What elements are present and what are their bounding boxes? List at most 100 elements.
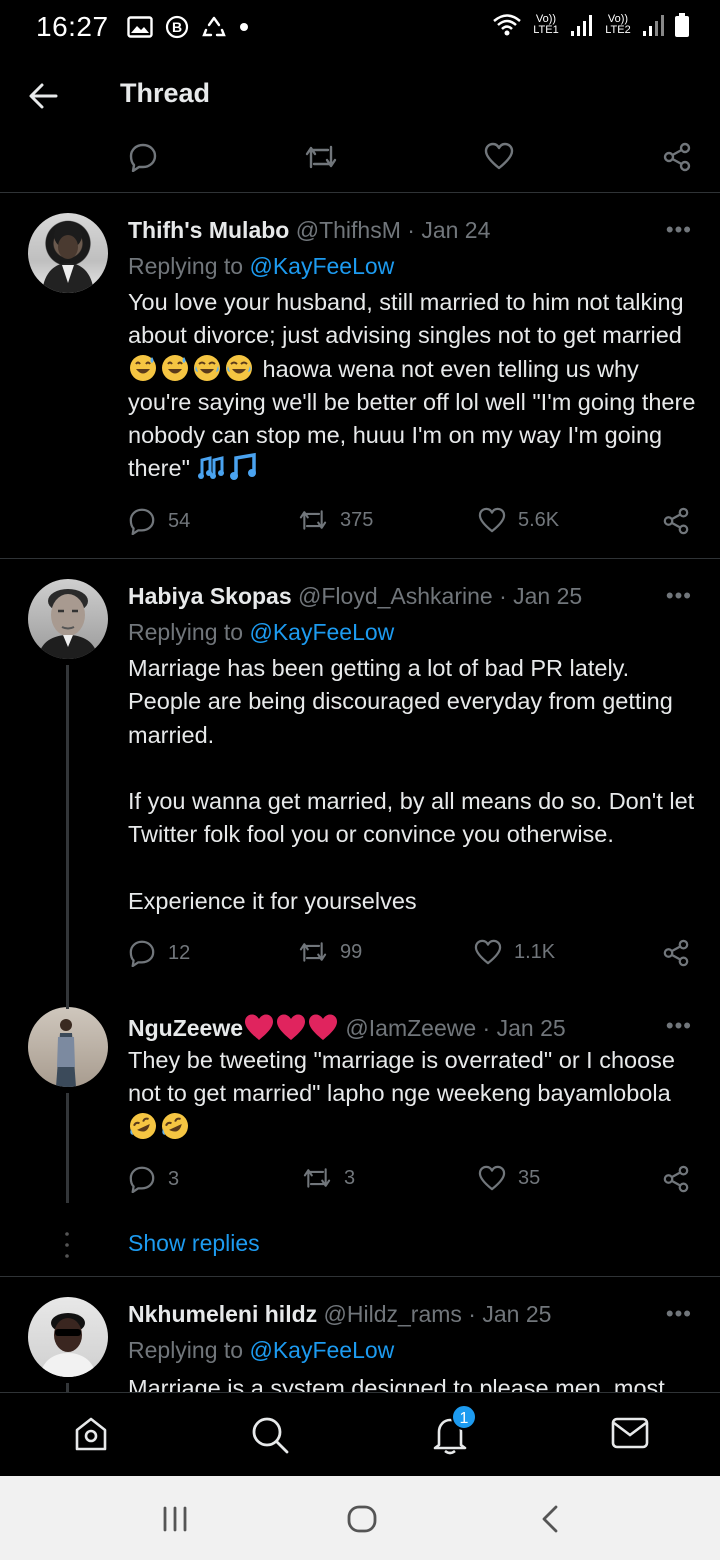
- signal-icon: [571, 15, 592, 36]
- like-button[interactable]: 1.1K: [474, 939, 555, 965]
- back-chevron-icon[interactable]: [536, 1504, 566, 1534]
- tweet-text-part: You love your husband, still married to …: [128, 289, 691, 349]
- reply-count: 54: [168, 509, 191, 532]
- status-right-icons: Vo)) LTE1 Vo)) LTE2: [492, 12, 690, 38]
- dot-icon: [239, 23, 248, 31]
- messages-icon[interactable]: [610, 1415, 650, 1451]
- reply-button[interactable]: 54: [128, 507, 190, 535]
- recents-icon[interactable]: [160, 1504, 190, 1534]
- retweet-icon: [303, 1168, 331, 1188]
- tweet-item[interactable]: NguZeewe @IamZeewe · Jan 25 ••• They be …: [0, 989, 720, 1209]
- retweet-button[interactable]: 99: [298, 939, 362, 965]
- share-button[interactable]: [662, 939, 690, 967]
- search-icon[interactable]: [250, 1415, 290, 1455]
- reply-button[interactable]: 12: [128, 939, 190, 967]
- avatar-photo: [42, 221, 94, 293]
- retweet-icon: [299, 510, 327, 530]
- joy-emoji-icon: [226, 354, 252, 381]
- rofl-emoji-icon: [162, 1112, 188, 1139]
- heart-emoji-icon: [245, 1014, 274, 1040]
- home-circle-icon[interactable]: [346, 1504, 378, 1534]
- signal-icon: [643, 15, 664, 36]
- tweet-item[interactable]: Habiya Skopas @Floyd_Ashkarine · Jan 25 …: [0, 559, 720, 1000]
- retweet-icon[interactable]: [304, 142, 338, 172]
- like-count: 1.1K: [514, 940, 556, 963]
- retweet-button[interactable]: 3: [302, 1165, 355, 1191]
- arrow-left-icon[interactable]: [26, 80, 62, 112]
- tweet-text-part: They be tweeting "marriage is overrated"…: [128, 1047, 682, 1107]
- page-title: Thread: [120, 78, 211, 108]
- share-icon: [663, 1165, 689, 1193]
- music-notes-icon: [198, 456, 225, 480]
- avatar-photo: [56, 1019, 76, 1087]
- thread-dots-icon: [65, 1232, 69, 1258]
- like-count: 5.6K: [518, 508, 560, 531]
- retweet-count: 3: [344, 1166, 356, 1189]
- tweet-date: · Jan 24: [407, 217, 491, 243]
- main-tweet-actions: [0, 138, 720, 192]
- reply-count: 12: [168, 941, 191, 964]
- tweet-text: Marriage has been getting a lot of bad P…: [128, 655, 695, 915]
- sim2-label: Vo)) LTE2: [605, 13, 631, 36]
- status-left-icons: B: [126, 15, 249, 39]
- author-name[interactable]: Nkhumeleni hildz: [128, 1301, 317, 1327]
- like-icon: [474, 939, 502, 965]
- author-handle[interactable]: @Hildz_rams: [324, 1301, 462, 1327]
- thread-connector: [66, 989, 69, 1009]
- reply-icon[interactable]: [128, 142, 158, 172]
- replying-prefix: Replying to: [128, 619, 250, 645]
- replying-handle[interactable]: @KayFeeLow: [249, 253, 394, 279]
- bottom-navigation: [0, 1392, 720, 1476]
- avatar[interactable]: [28, 1297, 108, 1377]
- more-options-icon[interactable]: •••: [666, 217, 692, 243]
- notification-badge: 1: [451, 1404, 477, 1430]
- share-icon: [663, 507, 689, 535]
- tweet-item[interactable]: Nkhumeleni hildz @Hildz_rams · Jan 25 ••…: [0, 1277, 720, 1392]
- share-button[interactable]: [662, 1165, 690, 1193]
- retweet-icon: [299, 942, 327, 962]
- show-replies-link[interactable]: Show replies: [128, 1230, 260, 1257]
- avatar[interactable]: [28, 579, 108, 659]
- tweet-meta: Thifh's Mulabo @ThifhsM · Jan 24: [128, 217, 490, 244]
- wifi-icon: [493, 14, 521, 36]
- sim1-label: Vo)) LTE1: [533, 13, 559, 36]
- share-icon[interactable]: [662, 142, 692, 172]
- replying-prefix: Replying to: [128, 253, 250, 279]
- sweat-smile-emoji-icon: [162, 354, 188, 381]
- reply-button[interactable]: 3: [128, 1165, 179, 1193]
- author-name[interactable]: Habiya Skopas: [128, 583, 292, 609]
- like-icon: [478, 1165, 506, 1191]
- author-handle[interactable]: @ThifhsM: [296, 217, 401, 243]
- like-button[interactable]: 5.6K: [478, 507, 559, 533]
- author-name[interactable]: NguZeewe: [128, 1015, 243, 1041]
- like-icon: [478, 507, 506, 533]
- like-icon[interactable]: [484, 142, 514, 170]
- home-icon[interactable]: [72, 1415, 110, 1453]
- author-handle[interactable]: @IamZeewe: [345, 1015, 476, 1041]
- replying-handle[interactable]: @KayFeeLow: [249, 619, 394, 645]
- heart-emoji-icon: [277, 1014, 306, 1040]
- avatar[interactable]: [28, 1007, 108, 1087]
- rofl-emoji-icon: [130, 1112, 156, 1139]
- replying-prefix: Replying to: [128, 1337, 250, 1363]
- reply-count: 3: [168, 1167, 180, 1190]
- tweet-date: · Jan 25: [499, 583, 583, 609]
- music-note-icon: [230, 453, 257, 481]
- more-options-icon[interactable]: •••: [666, 1013, 692, 1039]
- tweet-item[interactable]: Thifh's Mulabo @ThifhsM · Jan 24 ••• Rep…: [0, 193, 720, 558]
- tweet-text: They be tweeting "marriage is overrated"…: [128, 1044, 698, 1144]
- retweet-button[interactable]: 375: [298, 507, 373, 533]
- like-button[interactable]: 35: [478, 1165, 540, 1191]
- author-handle[interactable]: @Floyd_Ashkarine: [298, 583, 493, 609]
- avatar[interactable]: [28, 213, 108, 293]
- reply-icon: [129, 940, 155, 967]
- author-name[interactable]: Thifh's Mulabo: [128, 217, 289, 243]
- retweet-count: 99: [340, 940, 363, 963]
- svg-text:B: B: [172, 19, 182, 35]
- share-button[interactable]: [662, 507, 690, 535]
- tweet-actions: 12 99 1.1K: [128, 939, 698, 973]
- status-bar: 16:27 B Vo)) LTE1 Vo)) LTE2: [0, 0, 720, 54]
- replying-handle[interactable]: @KayFeeLow: [249, 1337, 394, 1363]
- more-options-icon[interactable]: •••: [666, 583, 692, 609]
- more-options-icon[interactable]: •••: [666, 1301, 692, 1327]
